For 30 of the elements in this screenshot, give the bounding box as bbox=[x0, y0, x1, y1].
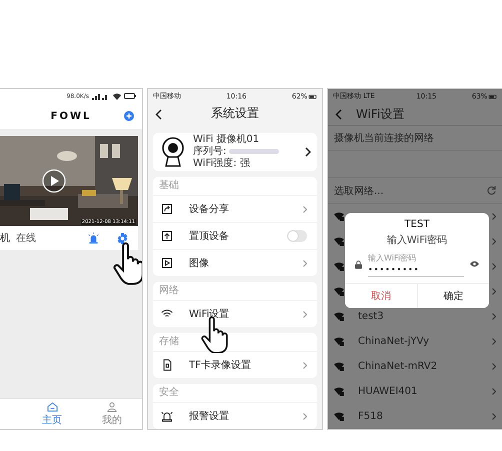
section-header: 基础 bbox=[158, 178, 180, 193]
setting-label[interactable]: 设备分享 bbox=[189, 202, 303, 216]
wifi-strength: WiFi强度: 强 bbox=[193, 158, 251, 170]
tab[interactable]: 我的 bbox=[82, 399, 142, 429]
section-header: 安全 bbox=[158, 386, 180, 400]
dialog-title: TEST bbox=[404, 219, 430, 230]
choose-network-label: 选取网络... bbox=[334, 184, 384, 198]
section-header: 存储 bbox=[158, 334, 180, 349]
dialog-button[interactable]: 取消 bbox=[345, 284, 418, 308]
screen-title: 系统设置 bbox=[211, 105, 259, 122]
camera-name: 机 bbox=[0, 232, 10, 245]
current-network-label: 摄像机当前连接的网络 bbox=[334, 132, 434, 145]
network-name[interactable]: ChinaNet-mRV2 bbox=[358, 361, 492, 372]
password-field[interactable]: 输入WiFi密码 ••••••••• bbox=[368, 251, 464, 277]
setting-label[interactable]: 图像 bbox=[189, 256, 303, 270]
setting-label[interactable]: 报警设置 bbox=[189, 409, 303, 423]
serial-label: 序列号: bbox=[193, 146, 226, 158]
dialog-subtitle: 输入WiFi密码 bbox=[386, 234, 448, 247]
network-name[interactable]: HUAWEI401 bbox=[358, 386, 492, 397]
network-name[interactable]: test3 bbox=[358, 311, 492, 322]
network-name[interactable]: ChinaNet-jYVy bbox=[358, 336, 492, 347]
app-logo: FOWL bbox=[50, 110, 92, 122]
device-name: WiFi 摄像机01 bbox=[193, 134, 260, 146]
setting-label[interactable]: TF卡录像设置 bbox=[189, 358, 303, 372]
section-header: 网络 bbox=[158, 284, 180, 298]
setting-label[interactable]: 置顶设备 bbox=[189, 229, 287, 243]
network-name[interactable]: F518 bbox=[358, 411, 492, 422]
online-status: 在线 bbox=[16, 232, 36, 245]
tab[interactable]: 主页 bbox=[22, 399, 82, 429]
screen-title: WiFi设置 bbox=[356, 106, 404, 122]
